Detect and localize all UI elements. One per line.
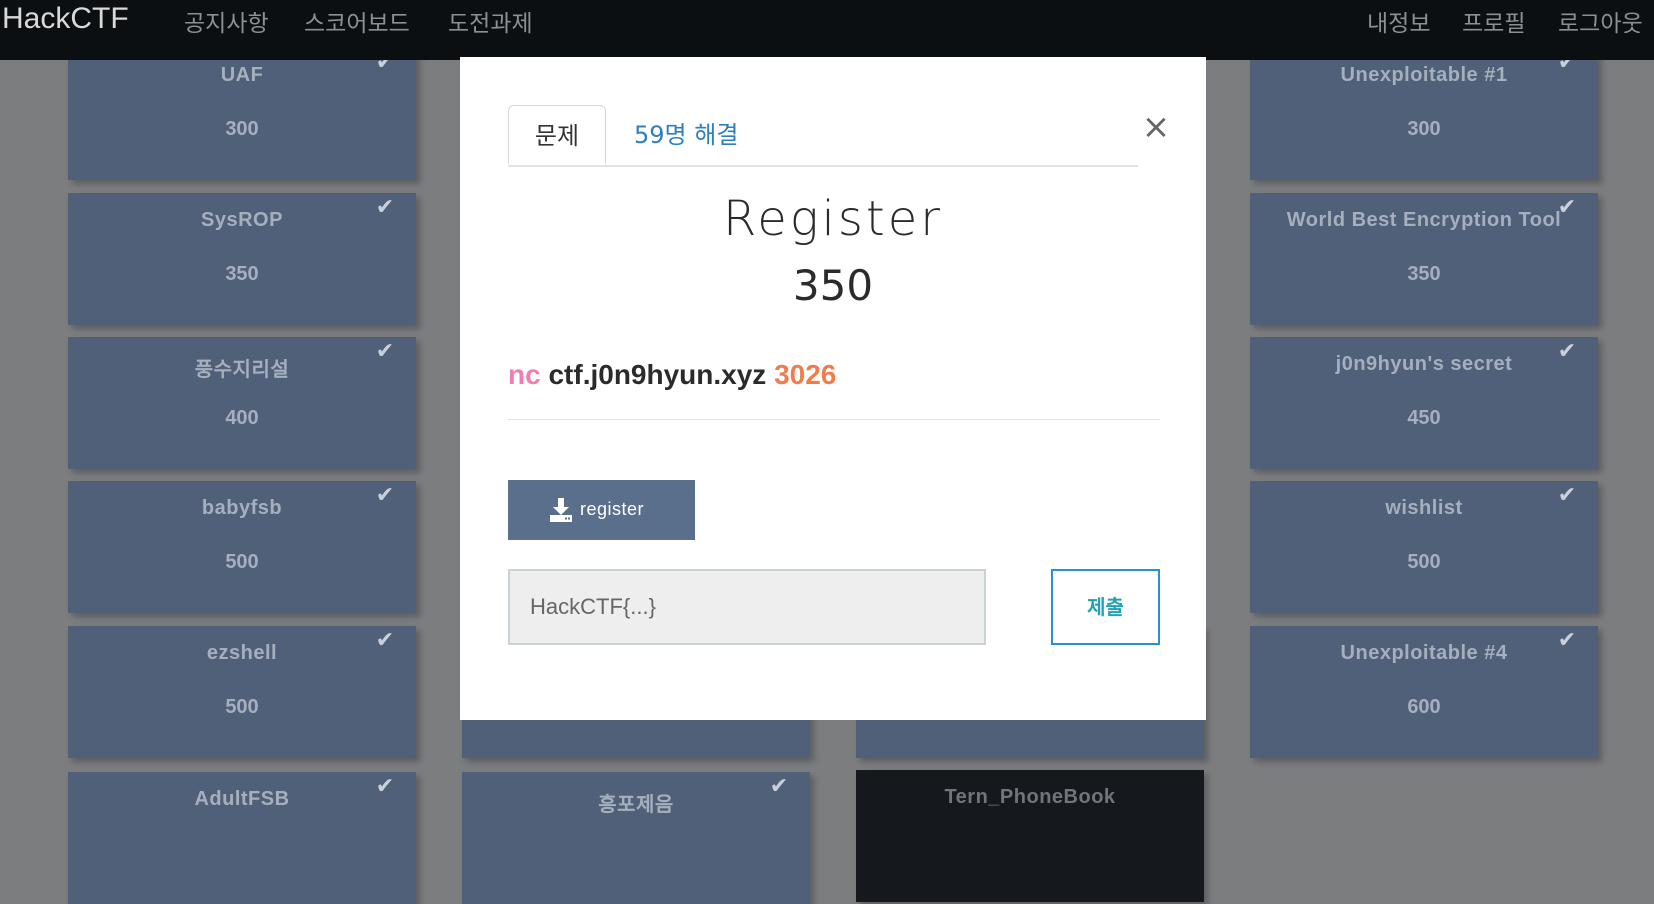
challenge-name: Register (723, 191, 943, 247)
challenge-points: 300 (225, 118, 259, 140)
challenge-card[interactable]: ✔ Unexploitable #4 600 (1250, 626, 1598, 758)
flag-input[interactable] (508, 569, 986, 645)
challenge-title: babyfsb (201, 497, 283, 519)
challenge-modal: 문제 59명 해결 × Register 350 nc ctf.j0n9hyun… (460, 57, 1206, 720)
challenge-card[interactable]: Tern_PhoneBook (856, 770, 1204, 902)
challenge-card[interactable]: ✔ SysROP 350 (68, 193, 416, 325)
challenge-card[interactable]: ✔ 풍수지리설 400 (68, 337, 416, 469)
tab-challenge[interactable]: 문제 (508, 105, 606, 165)
challenge-points: 500 (225, 696, 259, 718)
challenge-points: 450 (1407, 407, 1441, 429)
challenge-card[interactable]: ✔ Unexploitable #1 300 (1250, 48, 1598, 180)
nav-scoreboard[interactable]: 스코어보드 (304, 4, 410, 38)
challenge-points: 500 (1407, 551, 1441, 573)
challenge-card[interactable]: ✔ babyfsb 500 (68, 481, 416, 613)
challenge-title: World Best Encryption Tool (1286, 209, 1562, 231)
challenge-title: Tern_PhoneBook (944, 786, 1116, 808)
nav-logout[interactable]: 로그아웃 (1558, 4, 1643, 38)
challenge-value: 350 (792, 261, 874, 310)
challenge-title: 풍수지리설 (194, 359, 290, 381)
top-navbar: HackCTF 공지사항 스코어보드 도전과제 내정보 프로필 로그아웃 (0, 0, 1654, 60)
challenge-title: Unexploitable #4 (1340, 642, 1508, 664)
challenge-title: AdultFSB (194, 788, 290, 810)
challenge-card[interactable]: ✔ 흥포제음 (462, 772, 810, 904)
nav-challenges[interactable]: 도전과제 (448, 4, 533, 38)
challenge-points: 400 (225, 407, 259, 429)
challenge-title: wishlist (1385, 497, 1463, 519)
challenge-title: UAF (220, 64, 264, 86)
challenge-card[interactable]: ✔ ezshell 500 (68, 626, 416, 758)
tab-solves[interactable]: 59명 해결 (608, 105, 764, 165)
challenge-points: 300 (1407, 118, 1441, 140)
challenge-title: 흥포제음 (598, 794, 674, 816)
challenge-card[interactable]: ✔ AdultFSB (68, 772, 416, 904)
challenge-card[interactable]: ✔ wishlist 500 (1250, 481, 1598, 613)
challenge-card[interactable]: ✔ UAF 300 (68, 48, 416, 180)
challenge-description: nc ctf.j0n9hyun.xyz 3026 (508, 359, 836, 391)
challenge-title: j0n9hyun's secret (1335, 353, 1513, 375)
download-file-button[interactable]: register (508, 480, 695, 540)
nav-notice[interactable]: 공지사항 (184, 4, 269, 38)
challenge-title: ezshell (206, 642, 278, 664)
download-icon (550, 498, 572, 522)
challenge-card[interactable]: ✔ World Best Encryption Tool 350 (1250, 193, 1598, 325)
challenge-points: 600 (1407, 696, 1441, 718)
submit-button[interactable]: 제출 (1051, 569, 1160, 645)
challenge-points: 350 (1407, 263, 1441, 285)
desc-command: nc (508, 359, 541, 390)
challenge-points: 500 (225, 551, 259, 573)
nav-profile[interactable]: 프로필 (1462, 4, 1525, 38)
desc-port: 3026 (774, 359, 837, 390)
nav-my-info[interactable]: 내정보 (1367, 4, 1430, 38)
brand-logo[interactable]: HackCTF (2, 2, 129, 36)
divider (508, 419, 1160, 420)
close-icon[interactable]: × (1136, 107, 1176, 147)
challenge-title: Unexploitable #1 (1340, 64, 1508, 86)
challenge-points: 350 (225, 263, 259, 285)
file-name: register (580, 499, 645, 519)
challenge-title: SysROP (201, 209, 283, 231)
desc-host: ctf.j0n9hyun.xyz (548, 359, 767, 390)
challenge-card[interactable]: ✔ j0n9hyun's secret 450 (1250, 337, 1598, 469)
modal-tabs: 문제 59명 해결 (508, 105, 1138, 167)
